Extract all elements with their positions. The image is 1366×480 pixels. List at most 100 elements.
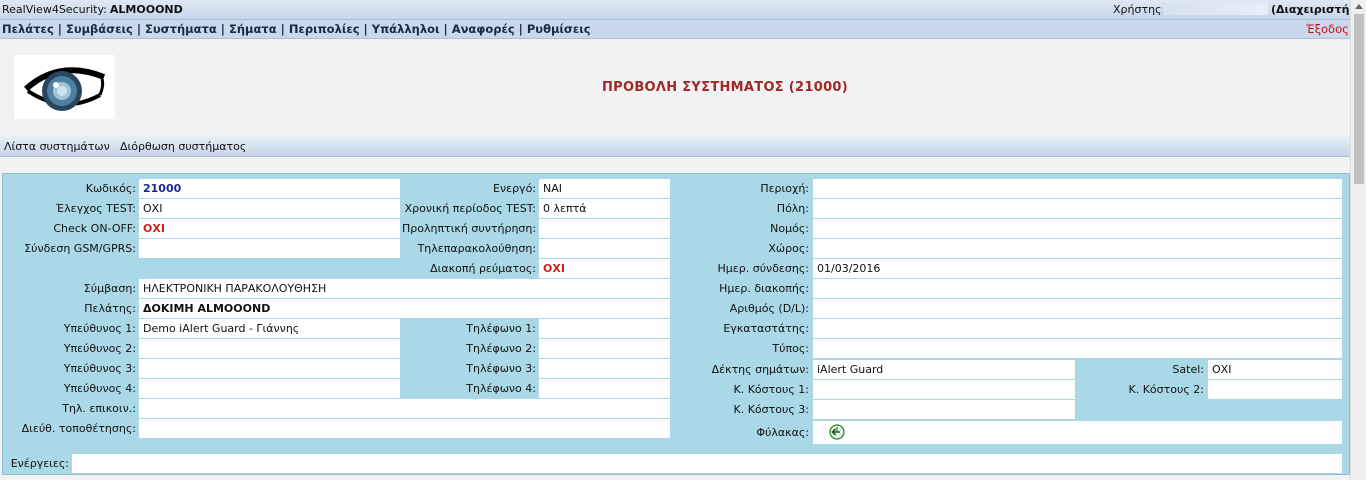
guard-value bbox=[813, 421, 1342, 444]
installer-label: Εγκαταστάτης: bbox=[723, 322, 809, 335]
menu-item-signals[interactable]: Σήματα bbox=[229, 22, 277, 36]
code-value: 21000 bbox=[139, 179, 400, 198]
menu-separator: | bbox=[136, 22, 142, 36]
connection-date-label: Ημερ. σύνδεσης: bbox=[717, 262, 809, 275]
install-address-label: Διεύθ. τοποθέτησης: bbox=[21, 422, 136, 435]
menu-item-customers[interactable]: Πελάτες bbox=[2, 22, 54, 36]
satel-value: ΟΧΙ bbox=[1208, 360, 1342, 379]
phone-2-label: Τηλέφωνο 2: bbox=[466, 342, 536, 355]
prefecture-value bbox=[813, 219, 1342, 238]
phone-3-value bbox=[539, 359, 670, 378]
responsible-4-label: Υπεύθυνος 4: bbox=[63, 382, 136, 395]
responsible-3-label: Υπεύθυνος 3: bbox=[63, 362, 136, 375]
user-role: (Διαχειριστής) bbox=[1271, 3, 1362, 16]
code-label: Κωδικός: bbox=[85, 182, 136, 195]
receiver-label: Δέκτης σημάτων: bbox=[711, 363, 809, 376]
menu-item-reports[interactable]: Αναφορές bbox=[452, 22, 515, 36]
sub-navigation: Λίστα συστημάτων Διόρθωση συστήματος bbox=[0, 136, 1350, 157]
contract-label: Σύμβαση: bbox=[83, 282, 136, 295]
cost-center-1-label: Κ. Κόστους 1: bbox=[733, 383, 810, 396]
type-label: Τύπος: bbox=[772, 342, 809, 355]
logout-link[interactable]: Έξοδος bbox=[1306, 22, 1349, 36]
phone-4-value bbox=[539, 379, 670, 398]
main-menu: Πελάτες | Συμβάσεις | Συστήματα | Σήματα | Περιπ… bbox=[0, 20, 1350, 39]
cost-center-2-value bbox=[1208, 380, 1342, 399]
phone-1-label: Τηλέφωνο 1: bbox=[466, 322, 536, 335]
phone-1-value bbox=[539, 319, 670, 338]
customer-value: ΔΟΚΙΜΗ ALMOOOND bbox=[139, 299, 670, 318]
number-dl-label: Αριθμός (D/L): bbox=[729, 302, 809, 315]
responsible-4-value bbox=[139, 379, 400, 398]
telemonitor-value bbox=[539, 239, 670, 258]
menu-separator: | bbox=[518, 22, 523, 36]
responsible-2-value bbox=[139, 339, 400, 358]
user-name-redacted bbox=[1163, 3, 1268, 15]
disconnection-date-value bbox=[813, 279, 1342, 298]
menu-separator: | bbox=[280, 22, 285, 36]
menu-separator: | bbox=[363, 22, 368, 36]
type-value bbox=[813, 339, 1342, 358]
city-label: Πόλη: bbox=[776, 202, 809, 215]
guard-assign-icon[interactable] bbox=[829, 424, 845, 440]
place-label: Χώρος: bbox=[768, 242, 809, 255]
cost-center-1-value bbox=[813, 380, 1075, 399]
installer-value bbox=[813, 319, 1342, 338]
area-label: Περιοχή: bbox=[760, 182, 809, 195]
place-value bbox=[813, 239, 1342, 258]
menu-item-patrols[interactable]: Περιπολίες bbox=[289, 22, 360, 36]
active-label: Ενεργό: bbox=[493, 182, 536, 195]
system-details-panel: Κωδικός: 21000 Έλεγχος TEST: ΟΧΙ Check O… bbox=[2, 173, 1350, 475]
test-check-label: Έλεγχος TEST: bbox=[55, 202, 136, 215]
disconnection-date-label: Ημερ. διακοπής: bbox=[719, 282, 809, 295]
actions-label: Ενέργειες: bbox=[10, 457, 69, 470]
check-onoff-value: ΟΧΙ bbox=[139, 219, 400, 238]
install-address-value bbox=[139, 419, 670, 438]
test-period-label: Χρονική περίοδος TEST: bbox=[404, 202, 536, 215]
cost-center-3-label: Κ. Κόστους 3: bbox=[733, 403, 810, 416]
maintenance-value bbox=[539, 219, 670, 238]
maintenance-label: Προληπτική συντήρηση: bbox=[402, 222, 537, 235]
scrollbar-thumb[interactable] bbox=[1354, 14, 1364, 184]
contract-value: ΗΛΕΚΤΡΟΝΙΚΗ ΠΑΡΑΚΟΛΟΥΘΗΣΗ bbox=[139, 279, 670, 298]
responsible-3-value bbox=[139, 359, 400, 378]
scroll-up-arrow-icon[interactable] bbox=[1355, 4, 1363, 9]
test-period-value: 0 λεπτά bbox=[539, 199, 670, 218]
menu-separator: | bbox=[443, 22, 448, 36]
eye-icon bbox=[23, 67, 106, 111]
company-name: ALMOOOND bbox=[109, 3, 183, 16]
connection-date-value: 01/03/2016 bbox=[813, 259, 1342, 278]
system-list-link[interactable]: Λίστα συστημάτων bbox=[4, 140, 110, 153]
test-check-value: ΟΧΙ bbox=[139, 199, 400, 218]
user-label: Χρήστης: bbox=[1113, 3, 1166, 16]
number-dl-value bbox=[813, 299, 1342, 318]
app-title: RealView4Security: ALMOOOND bbox=[2, 3, 183, 16]
cost-center-3-value bbox=[813, 400, 1075, 419]
phone-2-value bbox=[539, 339, 670, 358]
phone-4-label: Τηλέφωνο 4: bbox=[466, 382, 536, 395]
menu-separator: | bbox=[57, 22, 62, 36]
menu-item-employees[interactable]: Υπάλληλοι bbox=[372, 22, 440, 36]
edit-system-link[interactable]: Διόρθωση συστήματος bbox=[120, 140, 246, 153]
menu-item-settings[interactable]: Ρυθμίσεις bbox=[527, 22, 591, 36]
power-cut-label: Διακοπή ρεύματος: bbox=[430, 262, 536, 275]
prefecture-label: Νομός: bbox=[770, 222, 809, 235]
check-onoff-label: Check ON-OFF: bbox=[53, 222, 136, 235]
gsm-label: Σύνδεση GSM/GPRS: bbox=[24, 242, 136, 255]
receiver-value: iAlert Guard bbox=[813, 360, 1075, 379]
area-value bbox=[813, 179, 1342, 198]
menu-item-systems[interactable]: Συστήματα bbox=[145, 22, 217, 36]
vertical-scrollbar[interactable] bbox=[1350, 0, 1366, 480]
guard-label: Φύλακας: bbox=[756, 426, 809, 439]
responsible-1-value: Demo iAlert Guard - Γιάννης bbox=[139, 319, 400, 338]
city-value bbox=[813, 199, 1342, 218]
satel-label: Satel: bbox=[1172, 363, 1204, 376]
responsible-2-label: Υπεύθυνος 2: bbox=[63, 342, 136, 355]
menu-item-contracts[interactable]: Συμβάσεις bbox=[66, 22, 133, 36]
cost-center-2-label: Κ. Κόστους 2: bbox=[1128, 383, 1205, 396]
telemonitor-label: Τηλεπαρακολούθηση: bbox=[417, 242, 536, 255]
actions-value bbox=[72, 454, 1342, 473]
top-bar: RealView4Security: ALMOOOND Χρήστης: (Δια… bbox=[0, 0, 1361, 20]
gsm-value bbox=[139, 239, 400, 258]
responsible-1-label: Υπεύθυνος 1: bbox=[63, 322, 136, 335]
app-name: RealView4Security: bbox=[2, 3, 107, 16]
